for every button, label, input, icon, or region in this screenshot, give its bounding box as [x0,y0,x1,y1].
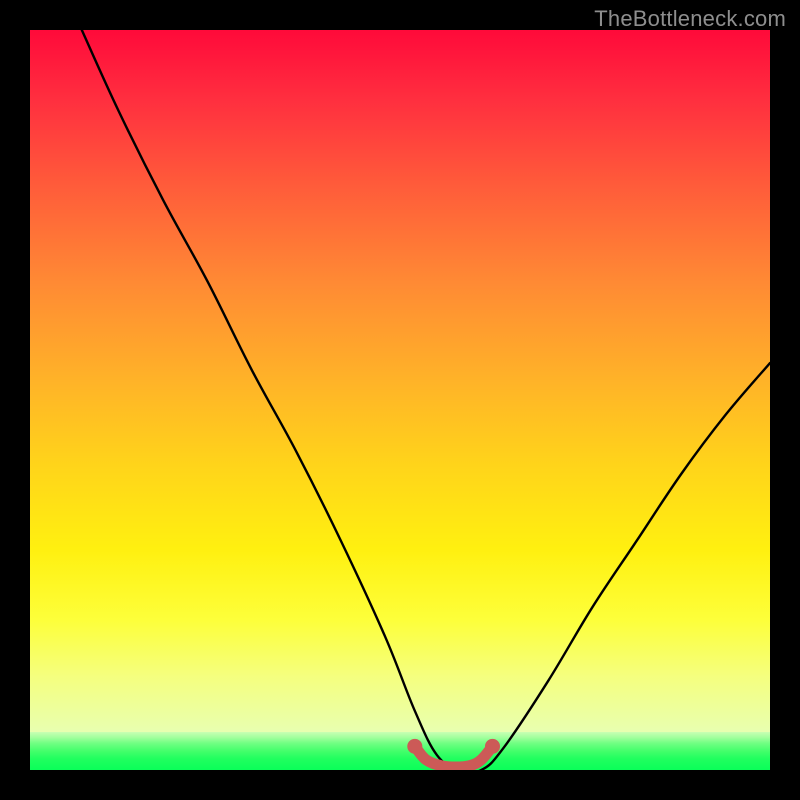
valley-marker-group [407,739,500,767]
valley-marker-dot [407,739,422,754]
chart-frame: TheBottleneck.com [0,0,800,800]
valley-marker-dot [485,739,500,754]
plot-area [30,30,770,770]
valley-marker-line [415,746,493,767]
curve-layer [30,30,770,770]
bottleneck-curve [82,30,770,770]
watermark-text: TheBottleneck.com [594,6,786,32]
